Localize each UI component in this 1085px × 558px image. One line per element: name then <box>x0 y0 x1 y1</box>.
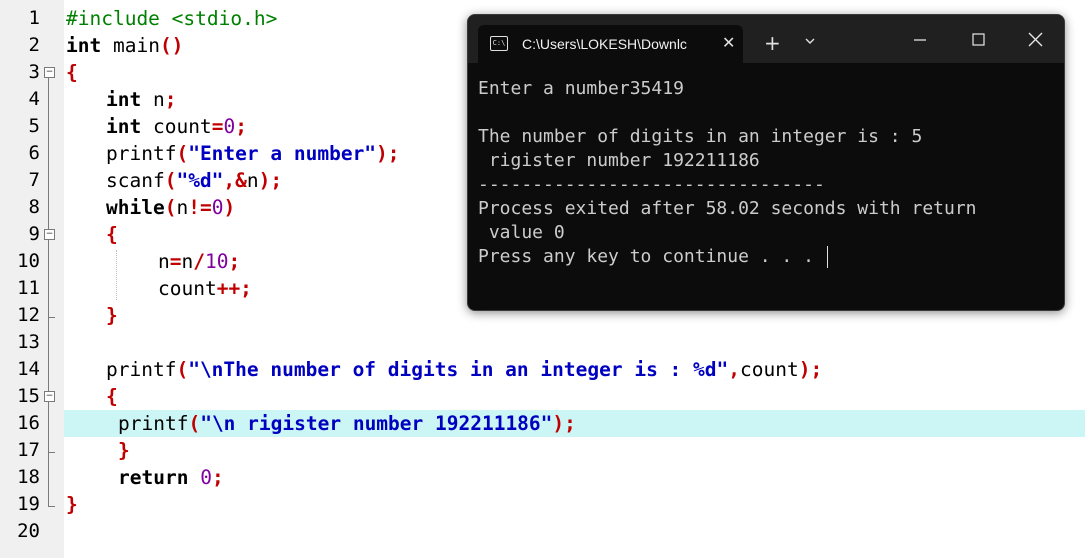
fold-collapse-icon[interactable]: − <box>44 67 55 78</box>
new-tab-button[interactable]: + <box>764 31 781 55</box>
code-line-14: printf("\nThe number of digits in an int… <box>106 358 823 381</box>
fold-end-marker <box>48 304 55 318</box>
output-line: -------------------------------- <box>478 174 825 195</box>
line-number: 1 <box>28 7 40 29</box>
line-number: 17 <box>17 439 40 461</box>
code-line-19: } <box>66 493 78 516</box>
terminal-output[interactable]: Enter a number35419 The number of digits… <box>478 77 977 269</box>
line-number: 12 <box>17 304 40 326</box>
maximize-button[interactable] <box>958 27 998 53</box>
code-line-4: int n; <box>106 88 177 111</box>
fold-end-marker <box>48 493 55 507</box>
code-line-16: printf("\n rigister number 192211186"); <box>118 412 576 435</box>
terminal-tab[interactable]: C:\ C:\Users\LOKESH\Downlc ✕ <box>478 25 743 63</box>
chevron-down-icon[interactable] <box>804 35 816 47</box>
output-line: value 0 <box>478 222 565 243</box>
code-line-1: #include <stdio.h> <box>66 7 278 30</box>
code-line-9: { <box>106 223 118 246</box>
code-line-17: } <box>118 439 130 462</box>
code-line-15: { <box>106 385 118 408</box>
line-number: 8 <box>28 196 40 218</box>
code-line-5: int count=0; <box>106 115 247 138</box>
line-number: 14 <box>17 358 40 380</box>
console-icon: C:\ <box>490 36 508 51</box>
close-window-button[interactable] <box>1015 27 1055 53</box>
line-number: 11 <box>17 277 40 299</box>
code-line-11: count++; <box>158 277 252 300</box>
output-line: Enter a number35419 <box>478 78 684 99</box>
code-line-3: { <box>66 61 78 84</box>
output-line: Process exited after 58.02 seconds with … <box>478 198 977 219</box>
fold-collapse-icon[interactable]: − <box>44 229 55 240</box>
tab-title: C:\Users\LOKESH\Downlc <box>522 36 687 52</box>
code-line-8: while(n!=0) <box>106 196 236 219</box>
line-number: 4 <box>28 88 40 110</box>
tab-close-icon[interactable]: ✕ <box>722 33 735 52</box>
line-number: 5 <box>28 115 40 137</box>
line-number: 18 <box>17 466 40 488</box>
output-line: rigister number 192211186 <box>478 150 760 171</box>
line-number: 3 <box>28 61 40 83</box>
code-line-2: int main() <box>66 34 184 57</box>
line-number: 15 <box>17 385 40 407</box>
code-line-7: scanf("%d",&n); <box>106 169 283 192</box>
line-number-gutter: 1 2 3 4 5 6 7 8 9 10 11 12 13 14 15 16 1… <box>0 0 64 558</box>
line-number: 13 <box>17 331 40 353</box>
fold-collapse-icon[interactable]: − <box>44 391 55 402</box>
line-number: 6 <box>28 142 40 164</box>
code-line-6: printf("Enter a number"); <box>106 142 400 165</box>
code-line-12: } <box>106 304 118 327</box>
output-line-prompt: Press any key to continue . . . <box>478 245 977 269</box>
line-number: 9 <box>28 223 40 245</box>
line-number: 2 <box>28 34 40 56</box>
line-number: 16 <box>17 412 40 434</box>
minimize-button[interactable] <box>900 27 940 53</box>
line-number: 10 <box>17 250 40 272</box>
line-number: 7 <box>28 169 40 191</box>
line-number: 19 <box>17 493 40 515</box>
line-number: 20 <box>17 520 40 542</box>
code-line-10: n=n/10; <box>158 250 241 273</box>
terminal-titlebar[interactable]: C:\ C:\Users\LOKESH\Downlc ✕ + <box>468 15 1064 63</box>
fold-end-marker <box>48 439 55 453</box>
output-line: The number of digits in an integer is : … <box>478 126 923 147</box>
text-cursor <box>826 246 828 268</box>
code-line-18: return 0; <box>118 466 224 489</box>
indent-guide <box>116 250 117 300</box>
fold-guide <box>48 78 49 496</box>
terminal-window[interactable]: C:\ C:\Users\LOKESH\Downlc ✕ + Enter a n… <box>467 14 1065 311</box>
